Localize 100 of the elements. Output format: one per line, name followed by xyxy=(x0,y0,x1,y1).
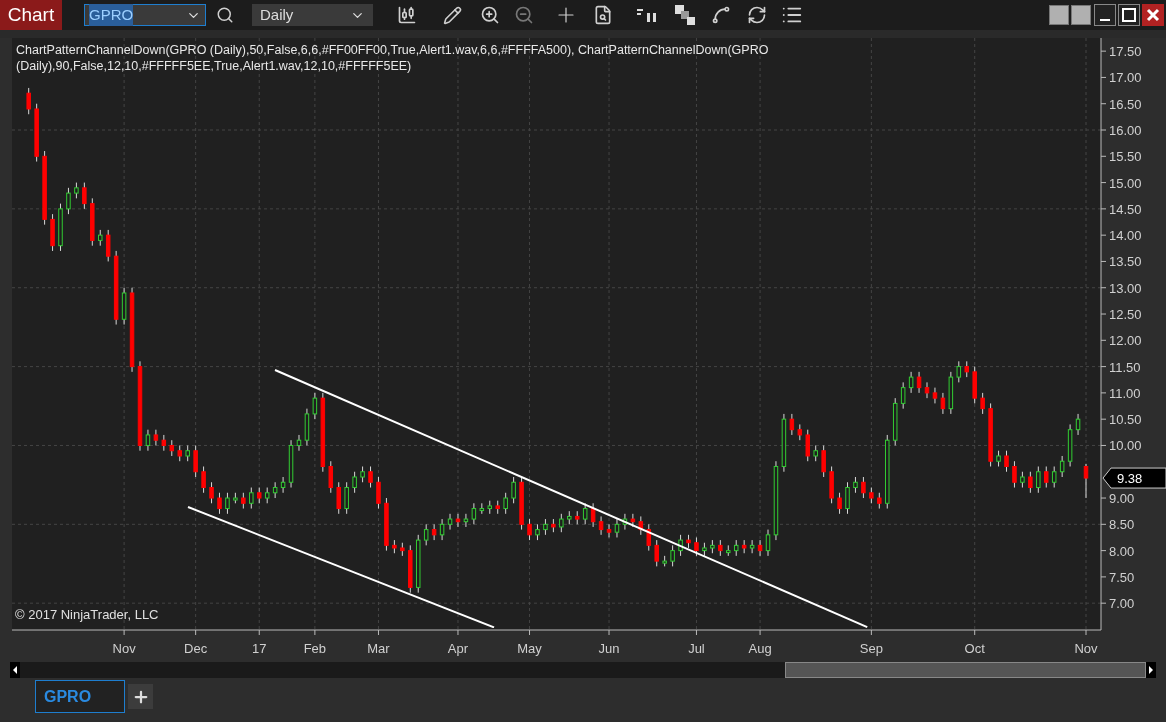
maximize-icon[interactable] xyxy=(1118,4,1140,26)
candlestick xyxy=(392,539,397,554)
candlestick xyxy=(249,487,254,510)
candlestick xyxy=(813,444,818,462)
candlestick xyxy=(503,492,508,515)
candlestick xyxy=(368,466,373,488)
candlestick xyxy=(622,513,628,531)
y-axis-label: 10.00 xyxy=(1109,438,1142,454)
candlestick-icon[interactable] xyxy=(397,5,417,25)
instrument-dropdown[interactable]: GPRO xyxy=(84,4,206,26)
candlestick xyxy=(861,476,866,499)
candlestick xyxy=(726,544,731,557)
horizontal-scrollbar[interactable] xyxy=(10,662,1156,678)
stacked-squares-icon[interactable] xyxy=(675,5,695,25)
window-title: Chart xyxy=(0,0,62,30)
search-icon[interactable] xyxy=(216,6,234,24)
y-axis-label: 13.50 xyxy=(1109,254,1142,270)
candlestick xyxy=(201,466,206,494)
y-axis-label: 17.50 xyxy=(1109,44,1142,60)
candlestick xyxy=(908,371,914,394)
x-axis-label: Nov xyxy=(1074,641,1098,656)
candlestick xyxy=(892,397,898,446)
x-axis-label: Apr xyxy=(447,641,469,656)
candlestick xyxy=(1059,455,1065,478)
y-axis-label: 17.00 xyxy=(1109,70,1142,86)
y-axis-label: 11.50 xyxy=(1109,359,1141,375)
instrument-tab[interactable]: GPRO xyxy=(35,680,125,713)
candlestick xyxy=(1012,460,1017,488)
y-axis-label: 9.00 xyxy=(1109,491,1135,507)
candlestick xyxy=(996,450,1001,467)
candlestick xyxy=(98,229,103,247)
add-tab-button[interactable] xyxy=(128,684,153,709)
candlestick xyxy=(272,481,278,499)
interval-dropdown[interactable]: Daily xyxy=(252,4,373,26)
y-axis-label: 10.50 xyxy=(1109,412,1142,428)
candlestick xyxy=(336,481,341,515)
candlestick xyxy=(527,518,532,541)
candlestick xyxy=(519,476,524,531)
scrollbar-thumb[interactable] xyxy=(785,662,1146,678)
candlestick xyxy=(328,460,334,494)
y-axis-label: 8.50 xyxy=(1109,517,1135,533)
candlestick xyxy=(153,429,159,446)
y-axis-label: 7.00 xyxy=(1109,596,1135,612)
candlestick xyxy=(853,476,858,494)
candlestick xyxy=(924,381,930,399)
candlestick xyxy=(185,444,190,462)
candlestick xyxy=(590,502,596,528)
candlestick xyxy=(408,544,413,594)
close-icon[interactable] xyxy=(1142,4,1164,26)
refresh-icon[interactable] xyxy=(747,5,767,25)
candlestick xyxy=(312,392,318,420)
candlestick xyxy=(360,466,365,483)
candlestick xyxy=(1044,466,1049,488)
minimize-icon[interactable] xyxy=(1094,4,1116,26)
candlestick xyxy=(145,429,151,452)
candlestick xyxy=(161,434,167,452)
candlestick xyxy=(638,515,644,536)
candlestick xyxy=(416,534,421,594)
candlestick xyxy=(431,523,437,541)
y-axis-label: 12.50 xyxy=(1109,307,1142,322)
copyright-text: © 2017 NinjaTrader, LLC xyxy=(15,606,159,624)
candlestick xyxy=(463,513,469,528)
pencil-icon[interactable] xyxy=(443,5,462,25)
candlestick xyxy=(1075,413,1081,436)
candlestick xyxy=(694,536,699,557)
y-axis-label: 11.00 xyxy=(1109,385,1141,401)
candlestick xyxy=(264,487,270,504)
candlestick xyxy=(686,534,691,549)
candlestick xyxy=(193,444,198,478)
y-axis-label: 15.50 xyxy=(1109,149,1142,165)
spline-icon[interactable] xyxy=(711,5,731,25)
candlestick xyxy=(646,523,651,552)
candlestick xyxy=(988,402,993,467)
candlestick xyxy=(837,492,842,515)
x-axis-label: Jul xyxy=(688,641,705,656)
x-axis-label: Oct xyxy=(964,641,985,656)
candlestick xyxy=(630,513,636,528)
candlestick xyxy=(702,542,707,557)
candlestick xyxy=(288,439,294,488)
zoom-out-icon[interactable] xyxy=(514,5,534,25)
zoom-in-icon[interactable] xyxy=(480,5,500,25)
candlestick xyxy=(471,502,477,525)
candlestick xyxy=(455,513,461,528)
candlestick xyxy=(233,492,238,504)
candlestick xyxy=(280,476,286,494)
candlestick xyxy=(749,539,755,554)
y-axis-label: 14.50 xyxy=(1109,201,1142,217)
candlestick xyxy=(916,371,922,394)
candlestick xyxy=(1051,466,1057,488)
bars-icon[interactable] xyxy=(637,8,657,22)
last-price-marker xyxy=(1102,467,1166,489)
candlestick xyxy=(543,518,548,536)
x-axis-label: Mar xyxy=(367,641,390,656)
y-axis-label: 13.00 xyxy=(1109,280,1142,296)
x-axis-label: Sep xyxy=(859,641,883,656)
candlestick xyxy=(177,444,182,462)
candlestick xyxy=(551,518,556,533)
candlestick xyxy=(50,213,55,252)
document-search-icon[interactable] xyxy=(593,5,613,25)
candlestick xyxy=(718,539,723,557)
